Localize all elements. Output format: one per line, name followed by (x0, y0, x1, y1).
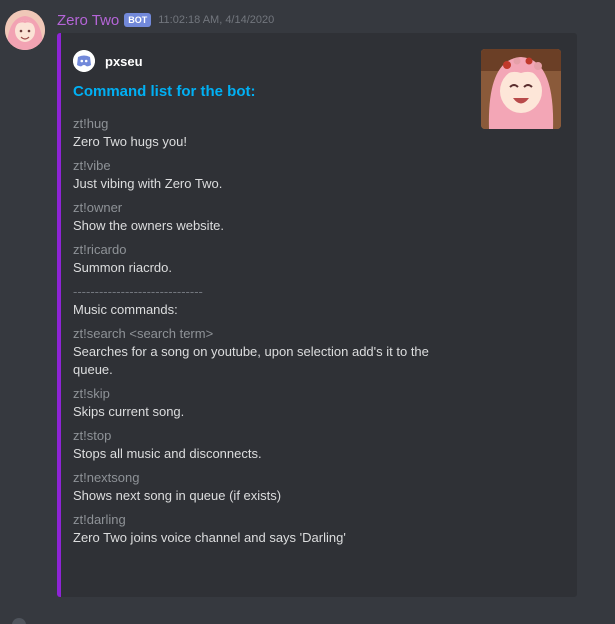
user-avatar[interactable] (5, 10, 45, 50)
command-description: Zero Two joins voice channel and says 'D… (73, 530, 346, 545)
embed-author-name[interactable]: pxseu (105, 54, 143, 69)
embed-thumbnail[interactable] (481, 49, 561, 129)
bot-badge: BOT (124, 13, 152, 27)
next-message-avatar-icon (12, 618, 26, 624)
command-description: Zero Two hugs you! (73, 134, 187, 149)
command-name: zt!hug (73, 116, 109, 131)
command-name: zt!darling (73, 512, 126, 527)
message-timestamp: 11:02:18 AM, 4/14/2020 (158, 14, 275, 26)
music-section-header: Music commands: (73, 302, 178, 317)
command-description: Searches for a song on youtube, upon sel… (73, 344, 429, 377)
message-header: Zero Two BOT 11:02:18 AM, 4/14/2020 (57, 10, 274, 30)
command-list-embed: pxseu Command list for the bot: zt!hug Z… (57, 33, 577, 597)
command-description: Stops all music and disconnects. (73, 446, 262, 461)
command-name: zt!skip (73, 386, 110, 401)
chat-message: Zero Two BOT 11:02:18 AM, 4/14/2020 pxse… (0, 0, 615, 624)
command-name: zt!nextsong (73, 470, 140, 485)
command-name: zt!vibe (73, 158, 111, 173)
discord-icon (73, 50, 95, 72)
embed-description: zt!hug Zero Two hugs you! zt!vibe Just v… (73, 113, 453, 553)
embed-title: Command list for the bot: (73, 83, 256, 100)
basic-command-list: zt!hug Zero Two hugs you! zt!vibe Just v… (73, 115, 453, 277)
command-description: Shows next song in queue (if exists) (73, 488, 282, 503)
music-command-list: zt!search <search term> Searches for a s… (73, 325, 453, 547)
username[interactable]: Zero Two (57, 12, 119, 29)
command-description: Skips current song. (73, 404, 185, 419)
command-name: zt!stop (73, 428, 112, 443)
command-name: zt!owner (73, 200, 123, 215)
embed-author: pxseu (73, 50, 143, 72)
command-description: Just vibing with Zero Two. (73, 176, 223, 191)
command-name: zt!ricardo (73, 242, 127, 257)
command-description: Summon riacrdo. (73, 260, 172, 275)
command-description: Show the owners website. (73, 218, 225, 233)
command-name: zt!search <search term> (73, 326, 214, 341)
section-divider: ------------------------------ (73, 284, 203, 299)
